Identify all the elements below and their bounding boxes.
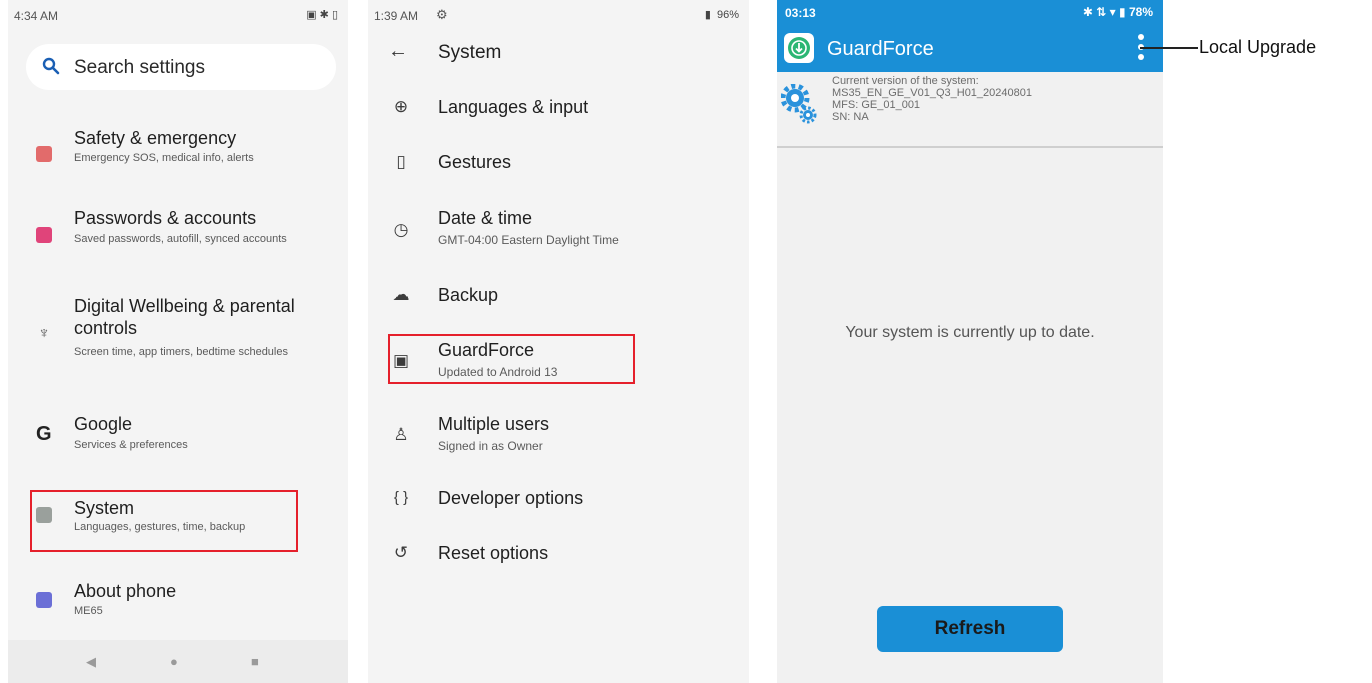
item-title: Google	[74, 414, 133, 434]
search-placeholder: Search settings	[74, 57, 205, 78]
divider	[777, 146, 1163, 148]
system-item-reset-options[interactable]: ↺ Reset options	[368, 542, 749, 572]
item-subtitle: Screen time, app timers, bedtime schedul…	[74, 346, 288, 358]
item-title: About phone	[74, 581, 177, 601]
local-upgrade-callout: Local Upgrade	[1199, 37, 1317, 57]
callout-line	[1140, 47, 1198, 49]
guardforce-logo-icon	[784, 33, 814, 63]
item-subtitle: Services & preferences	[74, 439, 188, 451]
item-title: Passwords & accounts	[74, 208, 257, 228]
clock-icon: ◷	[393, 220, 409, 239]
app-title: GuardForce	[827, 38, 934, 60]
status-bar: 1:39 AM ⚙ ▮ 96%	[368, 0, 749, 30]
item-title: Reset options	[438, 543, 549, 563]
item-subtitle: GMT-04:00 Eastern Daylight Time	[438, 233, 619, 247]
settings-item-wellbeing[interactable]: ♆ Digital Wellbeing & parental controls …	[8, 294, 348, 379]
system-item-languages[interactable]: ⊕ Languages & input	[368, 96, 749, 126]
system-settings-screen: 1:39 AM ⚙ ▮ 96% ← System ⊕ Languages & i…	[368, 0, 749, 683]
status-time: 03:13	[785, 6, 816, 20]
guardforce-app-screen: 03:13 ✱ ⇅ ▾ ▮ 78% GuardForce Current ver…	[777, 0, 1163, 683]
battery-icon: ▮	[704, 9, 711, 21]
settings-item-google[interactable]: G Google Services & preferences	[8, 413, 348, 458]
item-title: Developer options	[438, 488, 584, 508]
globe-icon: ⊕	[393, 97, 409, 116]
settings-item-about-phone[interactable]: About phone ME65	[8, 580, 348, 625]
item-title: Gestures	[438, 152, 512, 172]
safety-icon	[36, 146, 52, 162]
highlight-guardforce	[388, 334, 635, 384]
back-arrow-icon[interactable]: ←	[388, 40, 408, 63]
item-subtitle: Saved passwords, autofill, synced accoun…	[74, 233, 287, 245]
item-subtitle: Emergency SOS, medical info, alerts	[74, 152, 254, 164]
status-icons: ✱ ⇅ ▾ ▮ 78%	[1082, 5, 1153, 19]
status-bar: 4:34 AM ▣ ✱ ▯	[8, 0, 348, 30]
system-item-date-time[interactable]: ◷ Date & time GMT-04:00 Eastern Daylight…	[368, 207, 749, 252]
status-time: 1:39 AM	[374, 9, 419, 23]
system-version: MS35_EN_GE_V01_Q3_H01_20240801	[832, 87, 1032, 99]
settings-item-safety[interactable]: Safety & emergency Emergency SOS, medica…	[8, 126, 348, 186]
version-info: Current version of the system: MS35_EN_G…	[832, 75, 1032, 123]
settings-screen: 4:34 AM ▣ ✱ ▯ Search settings Safety & e…	[8, 0, 348, 683]
home-nav-icon[interactable]: ●	[170, 654, 178, 669]
status-icons: ▣ ✱ ▯	[306, 9, 338, 21]
system-item-developer-options[interactable]: { } Developer options	[368, 487, 749, 517]
page-title: System	[438, 42, 502, 63]
users-icon: ♙	[393, 425, 409, 444]
serial-number: SN: NA	[832, 111, 869, 123]
app-bar: 03:13 ✱ ⇅ ▾ ▮ 78% GuardForce	[777, 0, 1163, 72]
status-time: 4:34 AM	[14, 9, 59, 23]
item-title: Date & time	[438, 208, 533, 228]
back-nav-icon[interactable]: ◀	[86, 654, 96, 670]
developer-icon: { }	[393, 489, 409, 506]
reset-icon: ↺	[393, 543, 409, 562]
refresh-button[interactable]: Refresh	[877, 606, 1063, 652]
version-label: Current version of the system:	[832, 75, 979, 87]
navigation-bar: ◀ ● ■	[8, 640, 348, 683]
item-subtitle: ME65	[74, 605, 103, 617]
item-title: Digital Wellbeing & parental controls	[74, 296, 295, 338]
system-item-multiple-users[interactable]: ♙ Multiple users Signed in as Owner	[368, 413, 749, 458]
wellbeing-icon: ♆	[38, 325, 50, 342]
google-icon: G	[36, 423, 52, 445]
mfs-version: MFS: GE_01_001	[832, 99, 921, 111]
battery-indicator: ▮ 96%	[704, 8, 739, 22]
recents-nav-icon[interactable]: ■	[251, 654, 259, 669]
passwords-icon	[36, 227, 52, 243]
about-phone-icon	[36, 592, 52, 608]
system-item-gestures[interactable]: ▯ Gestures	[368, 151, 749, 181]
backup-icon: ☁	[392, 285, 410, 304]
item-title: Languages & input	[438, 97, 589, 117]
battery-level: 96%	[716, 8, 739, 21]
item-subtitle: Signed in as Owner	[438, 439, 543, 453]
highlight-system	[30, 490, 298, 552]
item-title: Multiple users	[438, 414, 550, 434]
gear-status-icon: ⚙	[436, 7, 448, 22]
system-item-backup[interactable]: ☁ Backup	[368, 284, 749, 314]
gestures-icon: ▯	[396, 152, 406, 171]
search-bar[interactable]: Search settings	[26, 44, 336, 90]
settings-gear-icon	[781, 84, 817, 124]
update-status-message: Your system is currently up to date.	[845, 324, 1095, 341]
settings-item-passwords[interactable]: Passwords & accounts Saved passwords, au…	[8, 206, 348, 266]
item-title: Safety & emergency	[74, 128, 237, 148]
item-title: Backup	[438, 285, 499, 305]
search-icon	[42, 57, 60, 75]
